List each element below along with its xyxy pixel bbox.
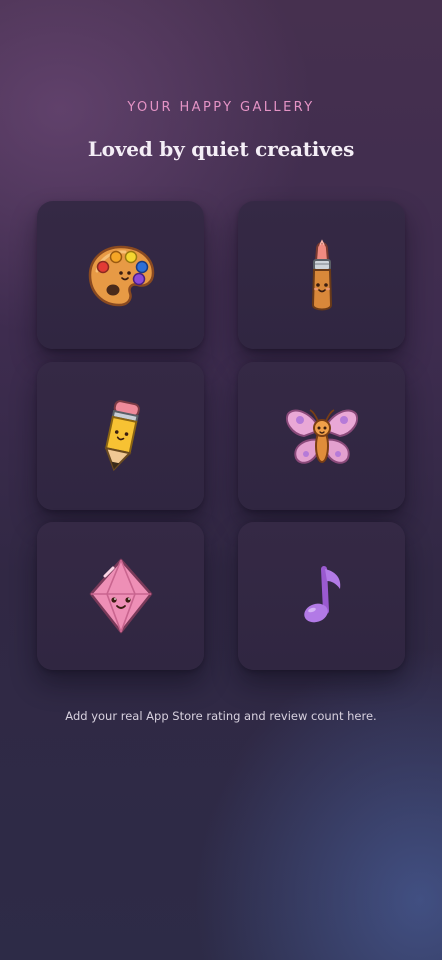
gallery-tile-palette[interactable] xyxy=(37,201,204,349)
music-note-icon xyxy=(303,566,340,623)
gallery-tile-music-note[interactable] xyxy=(238,522,405,670)
paintbrush-icon xyxy=(311,239,332,311)
gem-icon xyxy=(89,558,152,634)
butterfly-icon xyxy=(285,409,358,464)
pencil-icon xyxy=(104,400,140,472)
gallery-tile-pencil[interactable] xyxy=(37,362,204,510)
rating-placeholder-text: Add your real App Store rating and revie… xyxy=(65,709,377,723)
gallery-tile-paintbrush[interactable] xyxy=(238,201,405,349)
gallery-tile-gem[interactable] xyxy=(37,522,204,670)
palette-icon xyxy=(88,245,154,307)
gallery-tile-butterfly[interactable] xyxy=(238,362,405,510)
page-title: Loved by quiet creatives xyxy=(87,137,355,161)
eyebrow-label: YOUR HAPPY GALLERY xyxy=(127,100,315,115)
